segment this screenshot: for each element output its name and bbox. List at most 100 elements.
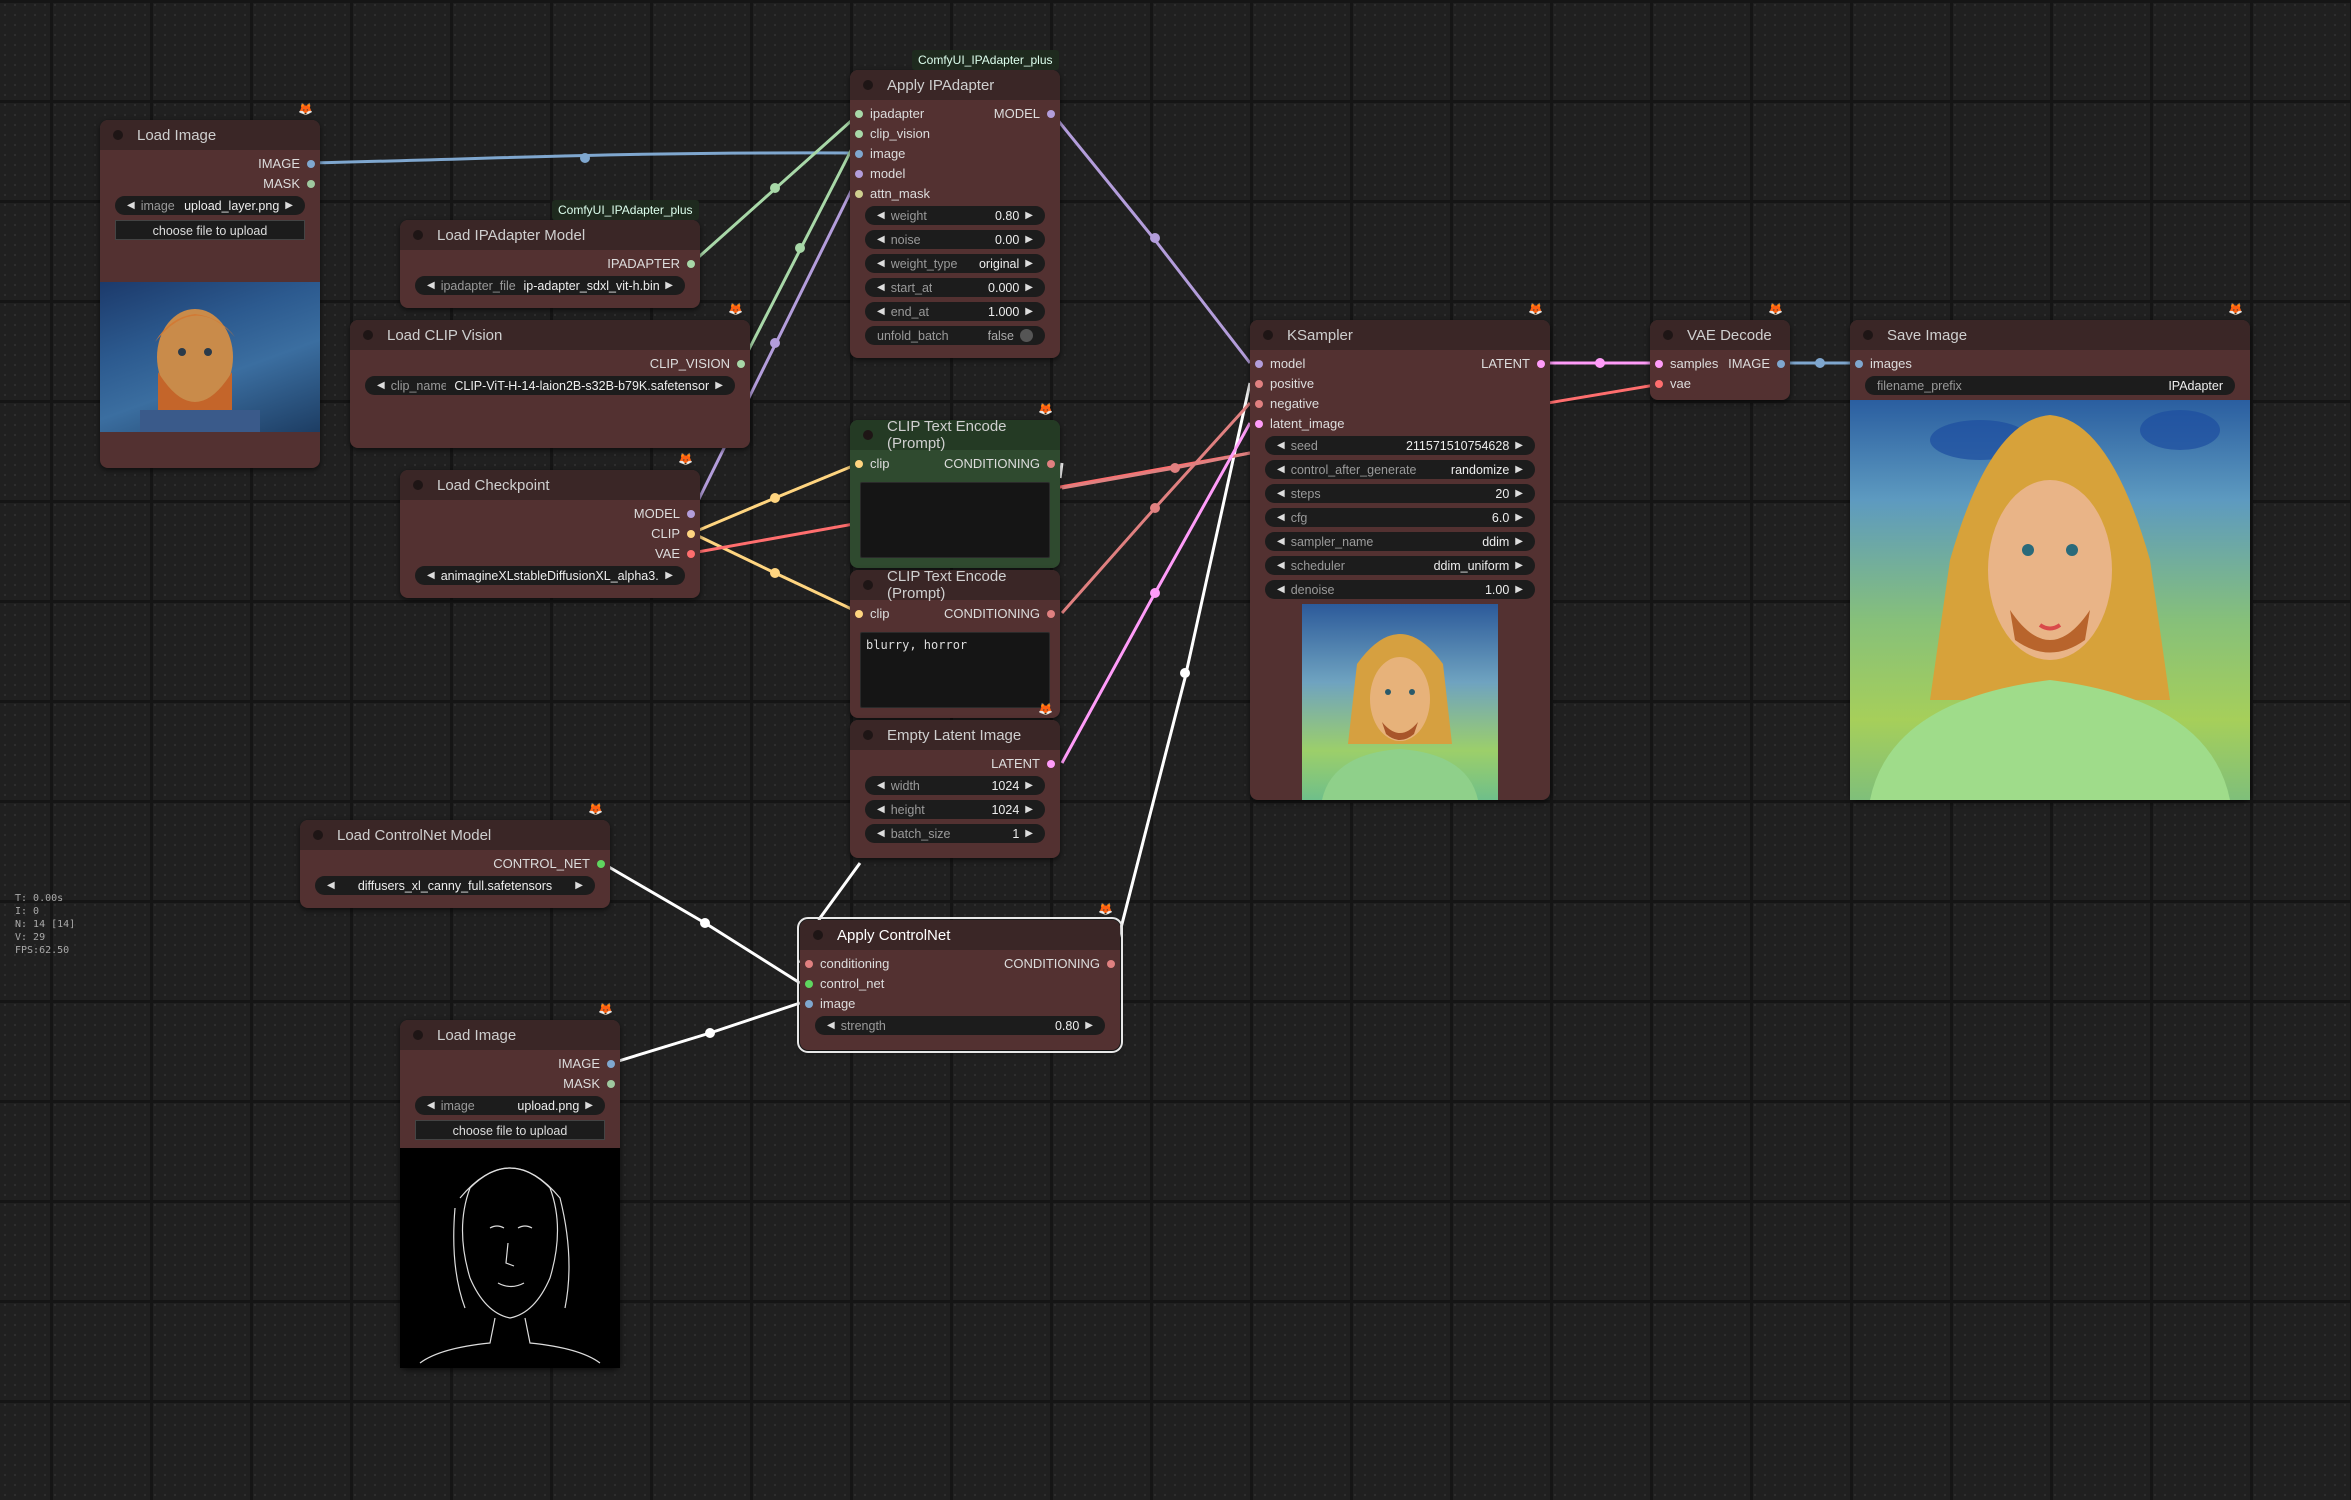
socket-dot[interactable]	[805, 1000, 813, 1008]
output-clip[interactable]: CLIP	[651, 526, 700, 542]
arrow-left-icon[interactable]: ◀	[377, 380, 385, 391]
node-save-image[interactable]: Save Image images filename_prefix IPAdapt…	[1850, 320, 2250, 800]
node-title[interactable]: Apply ControlNet	[800, 920, 1120, 950]
arrow-right-icon[interactable]: ▶	[1515, 488, 1523, 499]
socket-dot[interactable]	[855, 130, 863, 138]
input-latent-image[interactable]: latent_image	[1250, 416, 1344, 432]
arrow-right-icon[interactable]: ▶	[1515, 584, 1523, 595]
control-net-name-select[interactable]: ◀ diffusers_xl_canny_full.safetensors ▶	[315, 876, 595, 895]
output-mask[interactable]: MASK	[563, 1076, 620, 1092]
node-title[interactable]: Load IPAdapter Model	[400, 220, 700, 250]
arrow-left-icon[interactable]: ◀	[1277, 584, 1285, 595]
output-model[interactable]: MODEL	[994, 106, 1060, 122]
output-latent[interactable]: LATENT	[1481, 356, 1550, 372]
socket-dot[interactable]	[687, 530, 695, 538]
node-title[interactable]: KSampler	[1250, 320, 1550, 350]
input-clip[interactable]: clip	[850, 456, 890, 472]
node-title[interactable]: CLIP Text Encode (Prompt)	[850, 418, 1060, 452]
collapse-dot[interactable]	[313, 830, 323, 840]
arrow-right-icon[interactable]: ▶	[715, 380, 723, 391]
collapse-dot[interactable]	[413, 230, 423, 240]
input-control-net[interactable]: control_net	[800, 976, 884, 992]
collapse-dot[interactable]	[1263, 330, 1273, 340]
arrow-left-icon[interactable]: ◀	[1277, 464, 1285, 475]
input-ipadapter[interactable]: ipadapter	[850, 106, 924, 122]
node-apply-ipadapter[interactable]: Apply IPAdapter ipadapter clip_vision im…	[850, 70, 1060, 358]
node-title[interactable]: Apply IPAdapter	[850, 70, 1060, 100]
socket-dot[interactable]	[307, 160, 315, 168]
output-image[interactable]: IMAGE	[558, 1056, 620, 1072]
height-widget[interactable]: ◀ height 1024 ▶	[865, 800, 1045, 819]
denoise-widget[interactable]: ◀ denoise 1.00 ▶	[1265, 580, 1535, 599]
arrow-left-icon[interactable]: ◀	[1277, 488, 1285, 499]
image-select[interactable]: ◀ image upload_layer.png ▶	[115, 196, 305, 215]
collapse-dot[interactable]	[113, 130, 123, 140]
node-title[interactable]: Save Image	[1850, 320, 2250, 350]
socket-dot[interactable]	[855, 150, 863, 158]
cfg-widget[interactable]: ◀ cfg 6.0 ▶	[1265, 508, 1535, 527]
arrow-left-icon[interactable]: ◀	[877, 258, 885, 269]
socket-dot[interactable]	[607, 1060, 615, 1068]
weight-type-widget[interactable]: ◀ weight_type original ▶	[865, 254, 1045, 273]
node-title[interactable]: Load Checkpoint	[400, 470, 700, 500]
socket-dot[interactable]	[1855, 360, 1863, 368]
socket-dot[interactable]	[855, 190, 863, 198]
input-clip[interactable]: clip	[850, 606, 890, 622]
arrow-left-icon[interactable]: ◀	[877, 804, 885, 815]
arrow-left-icon[interactable]: ◀	[877, 828, 885, 839]
start-at-widget[interactable]: ◀ start_at 0.000 ▶	[865, 278, 1045, 297]
ckpt-name-select[interactable]: ◀ animagineXLstableDiffusionXL_alpha3.saf…	[415, 566, 685, 585]
socket-dot[interactable]	[687, 510, 695, 518]
socket-dot[interactable]	[1047, 760, 1055, 768]
seed-widget[interactable]: ◀ seed 211571510754628 ▶	[1265, 436, 1535, 455]
arrow-right-icon[interactable]: ▶	[1025, 234, 1033, 245]
end-at-widget[interactable]: ◀ end_at 1.000 ▶	[865, 302, 1045, 321]
socket-dot[interactable]	[1537, 360, 1545, 368]
node-title[interactable]: Load Image	[400, 1020, 620, 1050]
node-load-controlnet-model[interactable]: Load ControlNet Model CONTROL_NET ◀ diffu…	[300, 820, 610, 908]
input-clip-vision[interactable]: clip_vision	[850, 126, 930, 142]
arrow-right-icon[interactable]: ▶	[665, 570, 673, 581]
socket-dot[interactable]	[855, 460, 863, 468]
collapse-dot[interactable]	[863, 580, 873, 590]
input-vae[interactable]: vae	[1650, 376, 1691, 392]
output-latent[interactable]: LATENT	[991, 756, 1060, 772]
input-attn-mask[interactable]: attn_mask	[850, 186, 930, 202]
clip-name-select[interactable]: ◀ clip_name CLIP-ViT-H-14-laion2B-s32B-b79…	[365, 376, 735, 395]
arrow-right-icon[interactable]: ▶	[1025, 780, 1033, 791]
noise-widget[interactable]: ◀ noise 0.00 ▶	[865, 230, 1045, 249]
socket-dot[interactable]	[855, 110, 863, 118]
arrow-right-icon[interactable]: ▶	[1515, 536, 1523, 547]
input-model[interactable]: model	[850, 166, 905, 182]
node-clip-text-encode-negative[interactable]: CLIP Text Encode (Prompt) clip CONDITION…	[850, 568, 1060, 718]
output-image[interactable]: IMAGE	[1728, 356, 1790, 372]
socket-dot[interactable]	[687, 550, 695, 558]
socket-dot[interactable]	[1047, 610, 1055, 618]
collapse-dot[interactable]	[863, 730, 873, 740]
arrow-left-icon[interactable]: ◀	[877, 282, 885, 293]
arrow-left-icon[interactable]: ◀	[877, 234, 885, 245]
socket-dot[interactable]	[1107, 960, 1115, 968]
output-mask[interactable]: MASK	[263, 176, 320, 192]
input-images[interactable]: images	[1850, 356, 1912, 372]
collapse-dot[interactable]	[1663, 330, 1673, 340]
prompt-textarea[interactable]: blurry, horror	[860, 632, 1050, 708]
weight-widget[interactable]: ◀ weight 0.80 ▶	[865, 206, 1045, 225]
arrow-right-icon[interactable]: ▶	[1025, 210, 1033, 221]
socket-dot[interactable]	[1255, 400, 1263, 408]
steps-widget[interactable]: ◀ steps 20 ▶	[1265, 484, 1535, 503]
node-title[interactable]: Load Image	[100, 120, 320, 150]
socket-dot[interactable]	[607, 1080, 615, 1088]
socket-dot[interactable]	[597, 860, 605, 868]
arrow-left-icon[interactable]: ◀	[877, 306, 885, 317]
arrow-right-icon[interactable]: ▶	[285, 200, 293, 211]
output-conditioning[interactable]: CONDITIONING	[1004, 956, 1120, 972]
arrow-right-icon[interactable]: ▶	[1085, 1020, 1093, 1031]
collapse-dot[interactable]	[413, 1030, 423, 1040]
arrow-right-icon[interactable]: ▶	[575, 880, 583, 891]
control-after-generate-widget[interactable]: ◀ control_after_generate randomize ▶	[1265, 460, 1535, 479]
output-model[interactable]: MODEL	[634, 506, 700, 522]
arrow-left-icon[interactable]: ◀	[327, 880, 335, 891]
collapse-dot[interactable]	[813, 930, 823, 940]
arrow-right-icon[interactable]: ▶	[1025, 828, 1033, 839]
